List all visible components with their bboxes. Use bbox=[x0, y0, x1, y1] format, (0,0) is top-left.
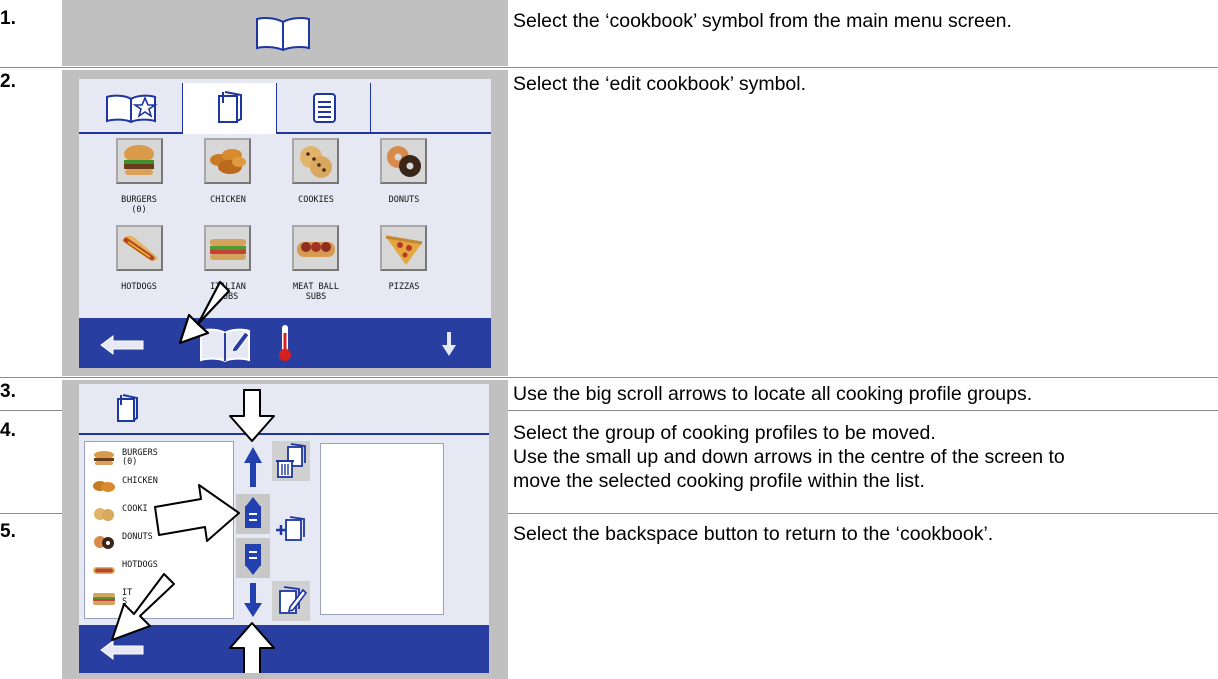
edit-recipe-icon bbox=[279, 586, 308, 614]
category-tile-chicken[interactable] bbox=[204, 138, 251, 184]
step-4-instruction-line-3: move the selected cooking profile within… bbox=[513, 470, 925, 492]
add-profile-button[interactable] bbox=[272, 510, 310, 550]
step-1-instruction: Select the ‘cookbook’ symbol from the ma… bbox=[513, 10, 1012, 32]
step-number-1: 1. bbox=[0, 8, 16, 29]
category-label-meat-ball-subs: MEAT BALL SUBS bbox=[292, 282, 340, 302]
callout-arrow-down-left-icon bbox=[111, 573, 175, 641]
chicken-icon bbox=[210, 149, 246, 174]
burger-icon bbox=[124, 145, 154, 175]
cookbook-screen-panel: BURGERS (0) CHICKEN COOKIES DONUTS HOTDO… bbox=[62, 70, 508, 376]
add-recipe-icon bbox=[276, 516, 305, 541]
bottom-nav-bar bbox=[79, 318, 491, 368]
step-number-3: 3. bbox=[0, 381, 16, 402]
category-tile-donuts[interactable] bbox=[380, 138, 427, 184]
callout-arrow-up-icon bbox=[229, 622, 275, 673]
cookbook-icon[interactable] bbox=[254, 14, 312, 52]
row-divider bbox=[0, 377, 1218, 378]
cookies-icon bbox=[300, 146, 332, 178]
cookies-icon bbox=[94, 508, 114, 521]
edit-profile-button[interactable] bbox=[272, 581, 310, 621]
back-arrow-icon[interactable] bbox=[99, 330, 147, 356]
category-tile-burgers[interactable] bbox=[116, 138, 163, 184]
category-label-burgers: BURGERS (0) bbox=[121, 195, 157, 215]
step-number-2: 2. bbox=[0, 71, 16, 92]
category-tile-hotdogs[interactable] bbox=[116, 225, 163, 271]
trash-icon bbox=[276, 443, 306, 478]
step-4-instruction-line-2: Use the small up and down arrows in the … bbox=[513, 446, 1065, 468]
list-item-label: HOTDOGS bbox=[122, 560, 158, 570]
step-number-5: 5. bbox=[0, 521, 16, 542]
tab-bar bbox=[79, 79, 491, 134]
hotdog-icon bbox=[122, 235, 158, 261]
thermometer-icon[interactable] bbox=[276, 323, 294, 363]
italian-sub-icon bbox=[210, 239, 246, 260]
category-tile-pizzas[interactable] bbox=[380, 225, 427, 271]
burger-icon bbox=[94, 451, 114, 465]
main-menu-cookbook-panel bbox=[62, 0, 508, 66]
pointer-arrow-icon bbox=[178, 280, 231, 345]
recipes-icon bbox=[113, 391, 143, 425]
list-item-label: DONUTS bbox=[122, 532, 153, 542]
category-label-chicken: CHICKEN bbox=[210, 195, 246, 205]
pizza-icon bbox=[385, 235, 423, 265]
scroll-down-icon[interactable] bbox=[441, 331, 457, 357]
delete-profile-button[interactable] bbox=[272, 441, 310, 481]
category-tile-cookies[interactable] bbox=[292, 138, 339, 184]
category-label-cookies: COOKIES bbox=[298, 195, 334, 205]
edit-cookbook-screen: BURGERS (0) CHICKEN COOKI DONUTS HOTDOGS… bbox=[79, 384, 489, 673]
step-2-instruction: Select the ‘edit cookbook’ symbol. bbox=[513, 73, 807, 95]
donuts-icon bbox=[387, 146, 421, 177]
list-item-label: BURGERS (0) bbox=[122, 448, 158, 467]
category-label-donuts: DONUTS bbox=[388, 195, 420, 205]
tab-favorites[interactable] bbox=[89, 83, 183, 134]
donuts-icon bbox=[94, 536, 114, 549]
step-5-instruction: Select the backspace button to return to… bbox=[513, 523, 994, 545]
callout-arrow-down-icon bbox=[229, 389, 275, 442]
category-tile-italian-subs[interactable] bbox=[204, 225, 251, 271]
tab-recipes[interactable] bbox=[183, 83, 277, 134]
list-item[interactable]: BURGERS (0) bbox=[88, 445, 238, 471]
category-tile-meat-ball-subs[interactable] bbox=[292, 225, 339, 271]
category-label-pizzas: PIZZAS bbox=[388, 282, 420, 292]
row-divider bbox=[0, 67, 1218, 68]
step-4-instruction-line-1: Select the group of cooking profiles to … bbox=[513, 422, 936, 444]
step-3-instruction: Use the big scroll arrows to locate all … bbox=[513, 383, 1033, 405]
profile-detail-panel bbox=[320, 443, 444, 615]
cookbook-screen: BURGERS (0) CHICKEN COOKIES DONUTS HOTDO… bbox=[79, 79, 491, 368]
tab-list[interactable] bbox=[277, 83, 371, 134]
scroll-down-button[interactable] bbox=[236, 581, 270, 621]
list-item-label: COOKI bbox=[122, 504, 148, 514]
header-divider bbox=[79, 433, 489, 435]
meatball-sub-icon bbox=[297, 242, 335, 257]
callout-arrow-right-icon bbox=[154, 484, 240, 542]
edit-cookbook-screen-panel: BURGERS (0) CHICKEN COOKI DONUTS HOTDOGS… bbox=[62, 380, 508, 679]
step-number-4: 4. bbox=[0, 420, 16, 441]
chicken-icon bbox=[93, 481, 115, 492]
